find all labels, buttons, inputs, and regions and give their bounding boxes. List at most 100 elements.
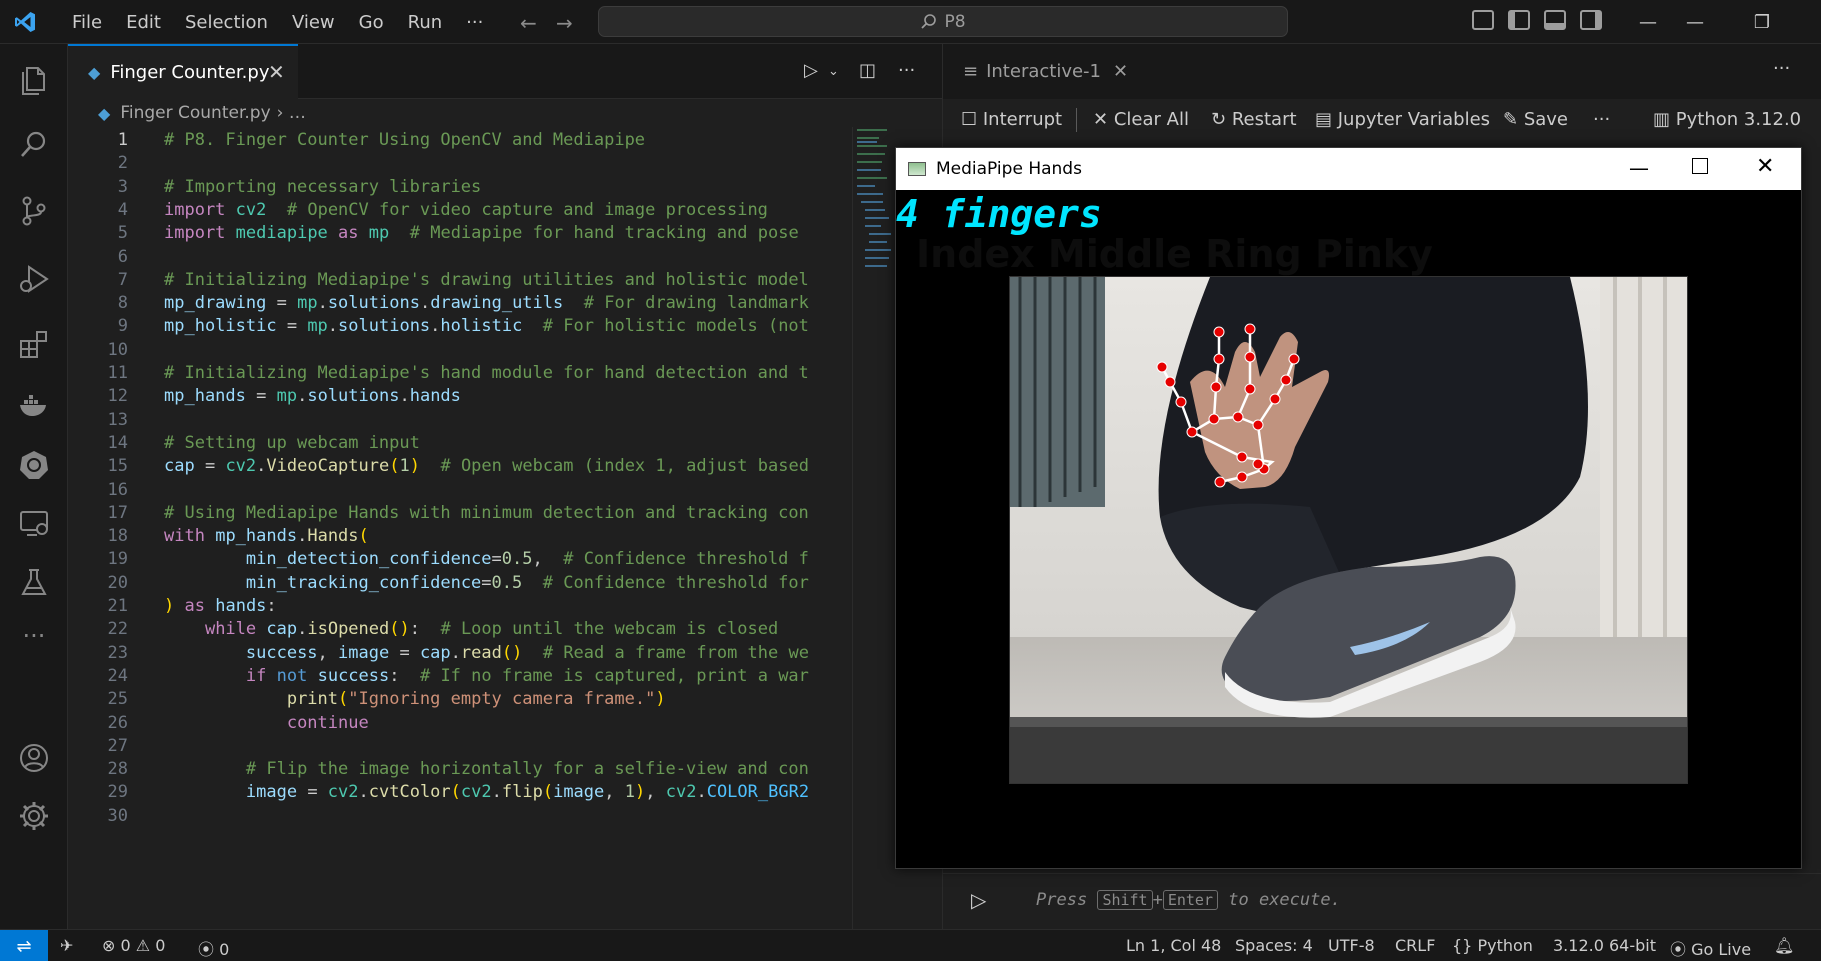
close-icon[interactable]: ✕ [1113, 61, 1128, 82]
mediapipe-window[interactable]: MediaPipe Hands — ✕ 4 fingers Index Midd… [895, 147, 1802, 869]
kernel-selector[interactable]: ▥ Python 3.12.0 [1653, 109, 1801, 130]
go-live-button[interactable]: ⦿ Go Live [1670, 936, 1751, 960]
editor-more-icon[interactable]: ··· [898, 60, 915, 81]
run-file-icon[interactable]: ▷ [804, 60, 818, 81]
code-line[interactable]: 30 [68, 806, 852, 833]
split-editor-icon[interactable]: ◫ [859, 60, 876, 81]
testing-icon[interactable] [17, 566, 51, 600]
python-interpreter[interactable]: 3.12.0 64-bit [1553, 936, 1656, 955]
restore-button[interactable]: ❐ [1727, 0, 1797, 44]
live-share-icon[interactable]: ✈ [60, 936, 73, 955]
line-text: # Flip the image horizontally for a self… [245, 759, 809, 780]
end-of-line[interactable]: CRLF [1395, 936, 1435, 955]
line-text: continue [286, 712, 369, 733]
breadcrumb-file[interactable]: Finger Counter.py [120, 103, 270, 123]
menu-go[interactable]: Go [347, 12, 396, 33]
save-label: Save [1523, 109, 1569, 130]
close-icon[interactable]: ✕ [1756, 154, 1774, 179]
problems-indicator[interactable]: ⊗ 0 ⚠ 0 [102, 936, 165, 955]
line-text: cap = cv2.VideoCapture(1) # Open webcam … [164, 456, 809, 477]
close-icon[interactable]: ✕ [268, 60, 285, 84]
panel-more-icon[interactable]: ··· [1773, 58, 1790, 79]
run-dropdown-icon[interactable]: ⌄ [828, 64, 839, 79]
webcam-frame [1009, 276, 1688, 784]
vscode-logo-icon [15, 12, 35, 32]
line-text: import mediapipe as mp # Mediapipe for h… [164, 223, 799, 244]
line-text: if not success: # If no frame is capture… [245, 665, 809, 686]
braces-icon: {} [1452, 936, 1473, 955]
notifications-bell-icon[interactable]: 🔔︎ [1774, 936, 1794, 955]
source-control-icon[interactable] [17, 194, 51, 228]
command-center-search[interactable]: P8 [598, 6, 1288, 37]
indentation[interactable]: Spaces: 4 [1235, 936, 1313, 955]
toggle-panel-icon[interactable] [1544, 10, 1566, 30]
menu-edit[interactable]: Edit [114, 12, 173, 33]
cursor-position[interactable]: Ln 1, Col 48 [1126, 936, 1221, 955]
search-icon [921, 13, 937, 29]
clear-all-button[interactable]: ✕ Clear All [1093, 109, 1189, 130]
line-number: 25 [107, 689, 128, 710]
toolbar-divider [1076, 108, 1077, 132]
remote-indicator-icon[interactable]: ⇌ [0, 930, 48, 961]
docker-icon[interactable] [17, 388, 51, 422]
line-number: 7 [117, 269, 128, 290]
settings-gear-icon[interactable] [17, 799, 51, 833]
maximize-icon[interactable] [1692, 158, 1708, 174]
encoding[interactable]: UTF-8 [1328, 936, 1375, 955]
menu-more[interactable]: ··· [454, 12, 495, 33]
line-number: 18 [107, 526, 128, 547]
save-button[interactable]: ✎ Save [1503, 109, 1568, 130]
customize-layout-icon[interactable] [1472, 10, 1494, 30]
menu-view[interactable]: View [280, 12, 347, 33]
interactive-toolbar: ☐ Interrupt ✕ Clear All ↻ Restart ▤ Jupy… [943, 99, 1821, 141]
restart-button[interactable]: ↻ Restart [1211, 109, 1297, 130]
tab-finger-counter[interactable]: ◆ Finger Counter.py ✕ [68, 44, 298, 99]
jupyter-variables-button[interactable]: ▤ Jupyter Variables [1315, 109, 1490, 130]
breadcrumb-rest[interactable]: › … [277, 103, 306, 123]
execute-cell-icon[interactable]: ▷ [971, 888, 986, 912]
more-views-icon[interactable]: ··· [17, 624, 51, 660]
menu-bar: File Edit Selection View Go Run ··· [60, 0, 495, 44]
menu-run[interactable]: Run [396, 12, 455, 33]
toggle-primary-sidebar-icon[interactable] [1508, 10, 1530, 30]
minimize-icon[interactable]: — [1660, 0, 1730, 44]
enter-key: Enter [1162, 890, 1218, 910]
menu-selection[interactable]: Selection [173, 12, 280, 33]
line-number: 21 [107, 596, 128, 616]
explorer-icon[interactable] [17, 62, 51, 96]
remote-explorer-icon[interactable] [17, 506, 51, 540]
interactive-tab-icon: ≡ [963, 61, 979, 82]
back-arrow-icon[interactable]: ← [520, 11, 537, 35]
line-text: min_tracking_confidence=0.5 # Confidence… [245, 572, 809, 593]
line-number: 29 [107, 782, 128, 803]
line-number: 19 [107, 549, 128, 570]
search-icon[interactable] [17, 128, 51, 162]
line-text: import cv2 # OpenCV for video capture an… [164, 199, 768, 220]
tab-interactive-1[interactable]: ≡ Interactive-1 ✕ [963, 61, 1128, 82]
toolbar-more-icon[interactable]: ··· [1593, 109, 1610, 130]
run-and-debug-icon[interactable] [17, 262, 51, 296]
interrupt-button[interactable]: ☐ Interrupt [961, 109, 1062, 130]
input-cell[interactable]: ▷ Press Shift + Enter to execute. [943, 873, 1821, 929]
accounts-icon[interactable] [17, 741, 51, 775]
line-text: # Importing necessary libraries [164, 176, 482, 197]
close-icon: ✕ [1093, 109, 1109, 130]
line-number: 16 [107, 479, 128, 500]
line-text: # Using Mediapipe Hands with minimum det… [164, 502, 809, 523]
toggle-secondary-sidebar-icon[interactable] [1580, 10, 1602, 30]
forward-arrow-icon[interactable]: → [556, 11, 573, 35]
minimize-icon[interactable]: — [1629, 156, 1649, 180]
code-editor[interactable]: 1 # P8. Finger Counter Using OpenCV and M… [68, 127, 852, 929]
mediapipe-title-bar[interactable]: MediaPipe Hands — ✕ [896, 148, 1801, 190]
kubernetes-icon[interactable] [17, 448, 51, 482]
line-text: min_detection_confidence=0.5, # Confiden… [245, 549, 809, 570]
extensions-icon[interactable] [17, 328, 51, 362]
interactive-tab-label: Interactive-1 [986, 61, 1102, 82]
language-mode[interactable]: {} Python [1452, 936, 1533, 955]
ports-indicator[interactable]: ⦿ 0 [198, 936, 229, 960]
menu-file[interactable]: File [60, 12, 114, 33]
hint-press: Press [1036, 890, 1088, 910]
app-window-icon [908, 162, 926, 176]
hint-rest: to execute. [1228, 890, 1341, 910]
line-text: mp_hands = mp.solutions.hands [164, 386, 461, 407]
